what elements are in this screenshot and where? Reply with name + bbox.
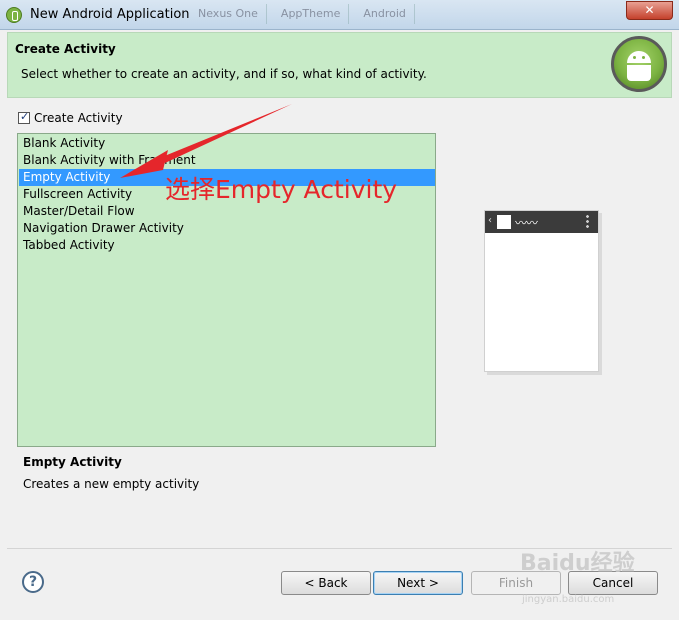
overflow-menu-icon <box>586 214 589 228</box>
help-icon[interactable]: ? <box>22 571 44 593</box>
annotation-text: 选择Empty Activity <box>165 175 398 204</box>
list-item[interactable]: Blank Activity <box>19 135 435 152</box>
template-description-text: Creates a new empty activity <box>23 477 200 491</box>
next-button[interactable]: Next > <box>373 571 463 595</box>
watermark-url: jingyan.baidu.com <box>522 594 615 605</box>
activity-preview: ‹ 〰〰 <box>484 210 599 372</box>
create-activity-label: Create Activity <box>34 111 123 125</box>
page-description: Select whether to create an activity, an… <box>21 67 427 81</box>
watermark: Baidu经验 <box>520 551 635 576</box>
background-tabs: Nexus One AppTheme Android <box>190 4 415 24</box>
title-placeholder-icon: 〰〰 <box>515 216 538 230</box>
back-button[interactable]: < Back <box>281 571 371 595</box>
list-item[interactable]: Blank Activity with Fragment <box>19 152 435 169</box>
background-tab: Nexus One <box>190 4 267 24</box>
create-activity-checkbox[interactable] <box>18 110 30 124</box>
android-app-icon <box>6 7 22 23</box>
list-item[interactable]: Tabbed Activity <box>19 237 435 254</box>
background-tab: AppTheme <box>273 4 350 24</box>
android-logo-icon <box>611 36 667 92</box>
wizard-header: Create Activity Select whether to create… <box>7 32 672 98</box>
close-button[interactable]: ✕ <box>626 1 673 20</box>
background-tab: Android <box>355 4 415 24</box>
app-icon-placeholder <box>497 215 511 229</box>
preview-action-bar: ‹ 〰〰 <box>485 211 598 233</box>
back-chevron-icon: ‹ <box>488 215 492 226</box>
template-description-title: Empty Activity <box>23 455 122 469</box>
list-item[interactable]: Navigation Drawer Activity <box>19 220 435 237</box>
title-bar: New Android Application Nexus One AppThe… <box>0 0 679 30</box>
create-activity-checkbox-row[interactable]: Create Activity <box>18 110 123 125</box>
page-title: Create Activity <box>15 42 116 56</box>
window-title: New Android Application <box>30 7 190 22</box>
